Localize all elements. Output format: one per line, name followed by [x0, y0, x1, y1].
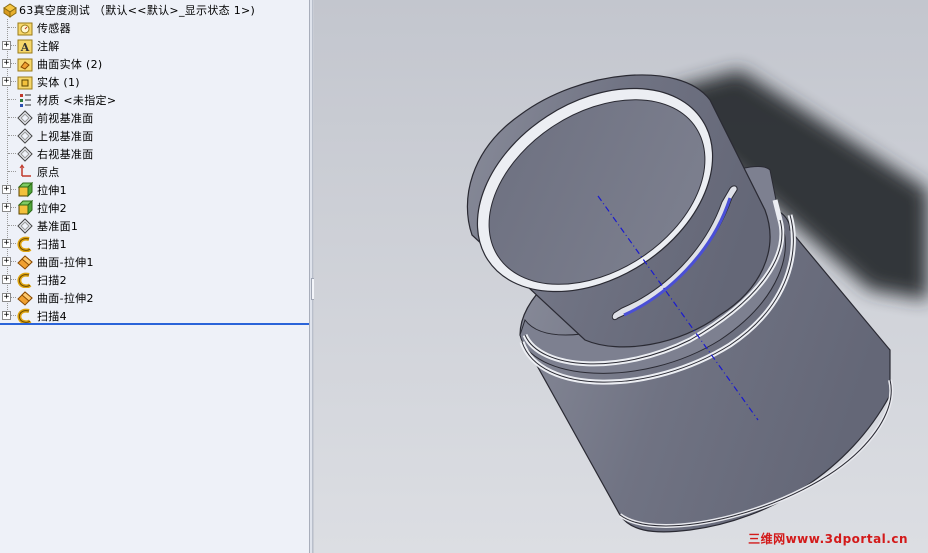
- extrude-icon: [17, 181, 34, 198]
- expand-toggle-icon[interactable]: +: [2, 203, 11, 212]
- tree-item-label: 右视基准面: [37, 148, 94, 161]
- sweep-icon: [17, 236, 33, 253]
- tree-branch-line: [8, 153, 16, 154]
- sweep-icon: [17, 272, 33, 289]
- tree-branch-line: [8, 135, 16, 136]
- panel-splitter[interactable]: [309, 0, 313, 553]
- plane-icon: [17, 110, 33, 126]
- tree-item-label: 基准面1: [37, 220, 79, 233]
- expand-toggle-icon[interactable]: +: [2, 257, 11, 266]
- expand-toggle-icon[interactable]: +: [2, 185, 11, 194]
- plane-icon: [17, 218, 33, 234]
- tree-item-label: 曲面-拉伸2: [37, 292, 94, 305]
- svg-text:A: A: [20, 41, 30, 54]
- tree-item[interactable]: 前视基准面: [0, 109, 309, 127]
- tree-branch-line: [8, 99, 16, 100]
- tree-item[interactable]: 传感器: [0, 19, 309, 37]
- rollback-bar[interactable]: [0, 323, 309, 325]
- surface-extrude-icon: [17, 290, 33, 306]
- material-icon: [17, 92, 33, 108]
- tree-item[interactable]: + 实体 (1): [0, 73, 309, 91]
- tree-root-label: 63真空度测试 （默认<<默认>_显示状态 1>): [19, 4, 256, 17]
- expand-toggle-icon[interactable]: +: [2, 311, 11, 320]
- tree-branch-line: [8, 171, 16, 172]
- tree-item[interactable]: 原点: [0, 163, 309, 181]
- plane-icon: [17, 146, 33, 162]
- part-icon: [3, 3, 17, 18]
- tree-item[interactable]: 基准面1: [0, 217, 309, 235]
- tree-item-label: 曲面-拉伸1: [37, 256, 94, 269]
- tree-branch-line: [8, 27, 16, 28]
- expand-toggle-icon[interactable]: +: [2, 239, 11, 248]
- tree-branch-line: [8, 225, 16, 226]
- tree-item[interactable]: + 曲面-拉伸1: [0, 253, 309, 271]
- sweep-icon: [17, 308, 33, 325]
- tree-item[interactable]: + 扫描1: [0, 235, 309, 253]
- watermark: 三维网www.3dportal.cn: [748, 532, 908, 546]
- tree-item-label: 前视基准面: [37, 112, 94, 125]
- solid-bodies-folder-icon: [17, 74, 33, 90]
- sensor-folder-icon: [17, 20, 33, 36]
- tree-item-label: 拉伸1: [37, 184, 67, 197]
- tree-root-item[interactable]: 63真空度测试 （默认<<默认>_显示状态 1>): [0, 1, 309, 19]
- tree-item-label: 材质 <未指定>: [37, 94, 117, 107]
- tree-item-label: 拉伸2: [37, 202, 67, 215]
- tree-item[interactable]: + 曲面-拉伸2: [0, 289, 309, 307]
- tree-item-label: 曲面实体 (2): [37, 58, 103, 71]
- tree-item[interactable]: + 拉伸1: [0, 181, 309, 199]
- tree-item-label: 传感器: [37, 22, 71, 35]
- tree-item-label: 上视基准面: [37, 130, 94, 143]
- tree-item-label: 实体 (1): [37, 76, 80, 89]
- expand-toggle-icon[interactable]: +: [2, 59, 11, 68]
- tree-item[interactable]: + 曲面实体 (2): [0, 55, 309, 73]
- tree-empty-area: [0, 326, 309, 553]
- tree-item-label: 注解: [37, 40, 60, 53]
- tree-item[interactable]: + 扫描2: [0, 271, 309, 289]
- tree-item-label: 扫描2: [37, 274, 67, 287]
- tree-item-label: 扫描1: [37, 238, 67, 251]
- tree-item-label: 原点: [37, 166, 60, 179]
- graphics-viewport[interactable]: 三维网www.3dportal.cn: [314, 0, 928, 553]
- tree-item-label: 扫描4: [37, 310, 67, 323]
- tree-item[interactable]: + 拉伸2: [0, 199, 309, 217]
- expand-toggle-icon[interactable]: +: [2, 77, 11, 86]
- expand-toggle-icon[interactable]: +: [2, 41, 11, 50]
- expand-toggle-icon[interactable]: +: [2, 293, 11, 302]
- tree-item[interactable]: + A 注解: [0, 37, 309, 55]
- tree-item[interactable]: 右视基准面: [0, 145, 309, 163]
- surface-bodies-folder-icon: [17, 56, 33, 72]
- tree-branch-line: [8, 117, 16, 118]
- expand-toggle-icon[interactable]: +: [2, 275, 11, 284]
- annotation-icon: A: [17, 38, 33, 54]
- feature-manager-tree: 63真空度测试 （默认<<默认>_显示状态 1>) 传感器 + A 注解 + 曲面实体 (…: [0, 0, 309, 553]
- origin-icon: [17, 164, 33, 180]
- extrude-icon: [17, 199, 34, 216]
- tree-item[interactable]: 上视基准面: [0, 127, 309, 145]
- plane-icon: [17, 128, 33, 144]
- surface-extrude-icon: [17, 254, 33, 270]
- model-view: [314, 0, 928, 553]
- tree-item[interactable]: 材质 <未指定>: [0, 91, 309, 109]
